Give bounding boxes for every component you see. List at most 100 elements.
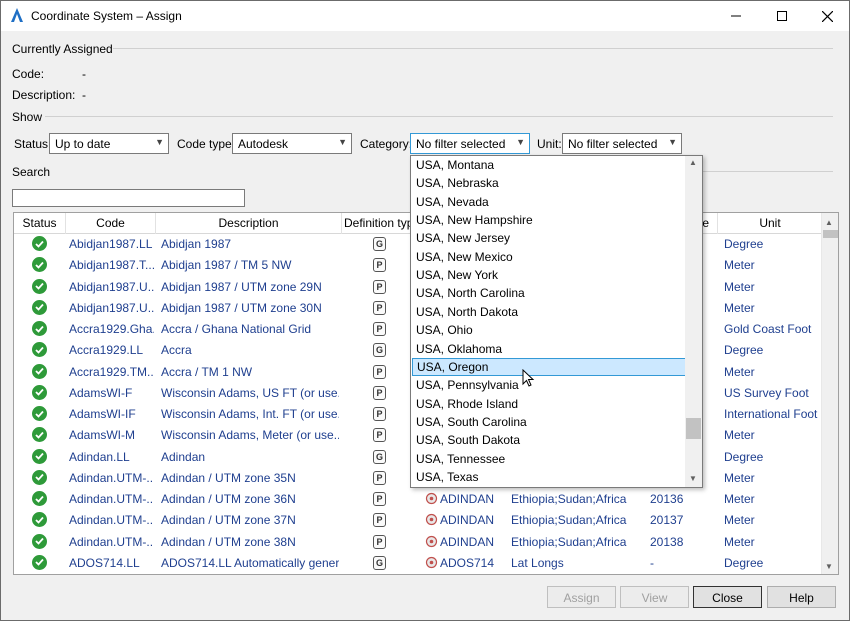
code-type-value: Autodesk (238, 137, 289, 151)
chevron-down-icon: ▼ (155, 137, 164, 147)
scroll-down-icon[interactable]: ▼ (825, 562, 833, 571)
scroll-up-icon[interactable]: ▲ (825, 218, 833, 227)
definition-type-badge: G (373, 343, 386, 358)
datum-icon (425, 492, 438, 505)
category-option[interactable]: USA, New Mexico (411, 248, 687, 266)
table-row[interactable]: ADOS714.LL ADOS714.LL Automatically gener… (14, 553, 822, 574)
code-cell: AdamsWI-M (69, 428, 135, 443)
epsg-code-cell: - (650, 555, 654, 570)
scrollbar-thumb[interactable] (823, 230, 838, 238)
category-option[interactable]: USA, Tennessee (411, 450, 687, 468)
unit-label: Unit: (537, 137, 562, 151)
description-cell: Adindan / UTM zone 37N (161, 513, 296, 528)
region-cell: Lat Longs (511, 555, 564, 570)
help-button[interactable]: Help (767, 586, 836, 608)
definition-type-badge: G (373, 237, 386, 251)
table-scrollbar[interactable]: ▲ ▼ (821, 213, 838, 574)
category-option[interactable]: USA, Ohio (411, 321, 687, 339)
category-option[interactable]: USA, Pennsylvania (411, 376, 687, 394)
search-input[interactable] (12, 189, 245, 207)
code-cell: Adindan.LL (69, 449, 130, 464)
table-row[interactable]: Adindan.UTM-... Adindan / UTM zone 37N Eth… (14, 510, 822, 531)
status-filter-label: Status: (14, 137, 52, 151)
column-header-unit[interactable]: Unit (718, 213, 822, 234)
dropdown-scrollbar-thumb[interactable] (686, 418, 701, 439)
description-cell: Wisconsin Adams, Meter (or use... (161, 428, 339, 443)
currently-assigned-heading: Currently Assigned (12, 42, 113, 56)
datum-icon (425, 513, 438, 526)
unit-select[interactable]: No filter selected ▼ (562, 133, 682, 154)
scroll-up-icon[interactable]: ▲ (689, 158, 697, 167)
unit-cell: International Foot (724, 407, 818, 421)
region-cell: Ethiopia;Sudan;Africa (511, 513, 627, 528)
status-filter-select[interactable]: Up to date ▼ (49, 133, 169, 154)
close-icon (821, 10, 833, 22)
column-header-description[interactable]: Description (156, 213, 342, 234)
category-option[interactable]: USA, Texas (411, 468, 687, 486)
column-header-definition-type[interactable]: Definition typ (342, 213, 412, 234)
datum-icon (425, 556, 438, 569)
code-type-label: Code type: (177, 137, 236, 151)
column-header-code[interactable]: Code (66, 213, 156, 234)
unit-cell: Degree (724, 449, 764, 464)
view-button[interactable]: View (620, 586, 689, 608)
unit-cell: Meter (724, 428, 755, 443)
definition-type-badge: P (373, 407, 386, 421)
dropdown-scrollbar[interactable]: ▲ ▼ (685, 156, 702, 487)
minimize-icon (731, 15, 741, 17)
unit-cell: Degree (724, 555, 764, 570)
category-option[interactable]: USA, Oregon (412, 357, 687, 376)
category-option[interactable]: USA, South Dakota (411, 431, 687, 449)
definition-type-badge: P (373, 534, 386, 549)
region-cell: Ethiopia;Sudan;Africa (511, 492, 627, 506)
definition-type-badge: P (373, 322, 386, 336)
category-option[interactable]: USA, New Jersey (411, 229, 687, 247)
status-ok-icon (32, 236, 47, 251)
divider (113, 48, 833, 49)
datum-icon (425, 535, 438, 548)
code-cell: ADOS714.LL (69, 555, 140, 570)
status-ok-icon (32, 406, 47, 421)
description-cell: Adindan (161, 449, 206, 464)
description-cell: Abidjan 1987 / UTM zone 30N (161, 300, 322, 315)
category-option[interactable]: USA, Nevada (411, 193, 687, 211)
description-cell: ADOS714.LL Automatically gener... (161, 555, 339, 570)
assign-button[interactable]: Assign (547, 586, 616, 608)
close-button[interactable]: Close (693, 586, 762, 608)
region-cell: Ethiopia;Sudan;Africa (511, 534, 627, 549)
code-cell: Accra1929.TM... (69, 364, 154, 379)
divider (703, 171, 833, 172)
column-header-status[interactable]: Status (14, 213, 66, 234)
status-filter-value: Up to date (55, 137, 111, 151)
category-option[interactable]: USA, South Carolina (411, 413, 687, 431)
category-label: Category: (360, 137, 413, 151)
maximize-button[interactable] (759, 1, 805, 31)
status-ok-icon (32, 363, 47, 379)
table-row[interactable]: Adindan.UTM-... Adindan / UTM zone 38N Eth… (14, 532, 822, 553)
status-ok-icon (32, 533, 47, 549)
code-cell: Abidjan1987.T... (69, 258, 154, 273)
category-option[interactable]: USA, Nebraska (411, 174, 687, 192)
definition-type-badge: P (373, 385, 386, 400)
table-row[interactable]: Adindan.UTM-... Adindan / UTM zone 36N Eth… (14, 489, 822, 510)
description-cell: Abidjan 1987 (161, 237, 232, 251)
show-heading: Show (12, 110, 43, 124)
close-window-button[interactable] (804, 1, 850, 31)
scroll-down-icon[interactable]: ▼ (689, 474, 697, 483)
category-option[interactable]: USA, Oklahoma (411, 340, 687, 358)
datum-cell: ADINDAN (440, 534, 495, 549)
category-option[interactable]: USA, North Dakota (411, 303, 687, 321)
chevron-down-icon: ▼ (668, 137, 677, 147)
description-cell: Abidjan 1987 / TM 5 NW (161, 258, 292, 273)
code-value: - (82, 67, 86, 81)
unit-cell: Gold Coast Foot (724, 322, 812, 336)
unit-cell: Meter (724, 513, 755, 528)
category-option[interactable]: USA, Montana (411, 156, 687, 174)
category-option[interactable]: USA, New York (411, 266, 687, 284)
minimize-button[interactable] (713, 1, 759, 31)
code-type-select[interactable]: Autodesk ▼ (232, 133, 352, 154)
category-select[interactable]: No filter selected ▼ (410, 133, 530, 154)
category-option[interactable]: USA, Rhode Island (411, 395, 687, 413)
category-option[interactable]: USA, New Hampshire (411, 211, 687, 229)
category-option[interactable]: USA, North Carolina (411, 284, 687, 302)
